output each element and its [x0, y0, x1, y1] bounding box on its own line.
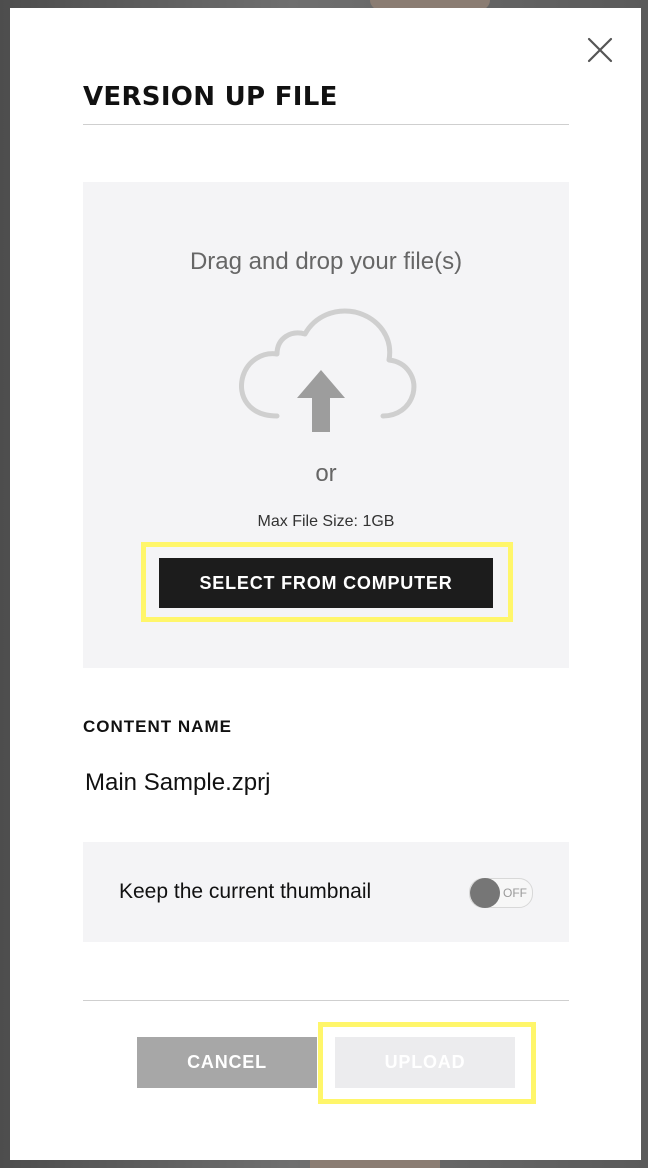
- content-name-label: CONTENT NAME: [83, 717, 232, 736]
- content-name-value: Main Sample.zprj: [85, 769, 271, 796]
- close-icon: [587, 37, 613, 63]
- select-from-computer-button[interactable]: SELECT FROM COMPUTER: [159, 558, 493, 608]
- file-dropzone[interactable]: Drag and drop your file(s) or Max File S…: [83, 182, 569, 668]
- keep-thumbnail-label: Keep the current thumbnail: [119, 880, 372, 903]
- cloud-upload-icon: [239, 308, 417, 432]
- toggle-knob: [470, 878, 500, 908]
- keep-thumbnail-toggle[interactable]: OFF: [469, 878, 533, 908]
- actions-divider: [83, 1000, 569, 1001]
- or-separator: or: [315, 460, 337, 487]
- title-divider: [83, 124, 569, 125]
- version-up-dialog: VERSION UP FILE Drag and drop your file(…: [10, 8, 641, 1160]
- dialog-title: VERSION UP FILE: [83, 82, 338, 112]
- close-button[interactable]: [586, 36, 614, 64]
- toggle-state-text: OFF: [503, 886, 527, 900]
- thumbnail-option-panel: Keep the current thumbnail OFF: [83, 842, 569, 942]
- cancel-button[interactable]: CANCEL: [137, 1037, 317, 1088]
- upload-button[interactable]: UPLOAD: [335, 1037, 515, 1088]
- dropzone-prompt: Drag and drop your file(s): [189, 248, 463, 275]
- max-file-size: Max File Size: 1GB: [257, 513, 395, 530]
- background-photo-bottom: [310, 1160, 440, 1168]
